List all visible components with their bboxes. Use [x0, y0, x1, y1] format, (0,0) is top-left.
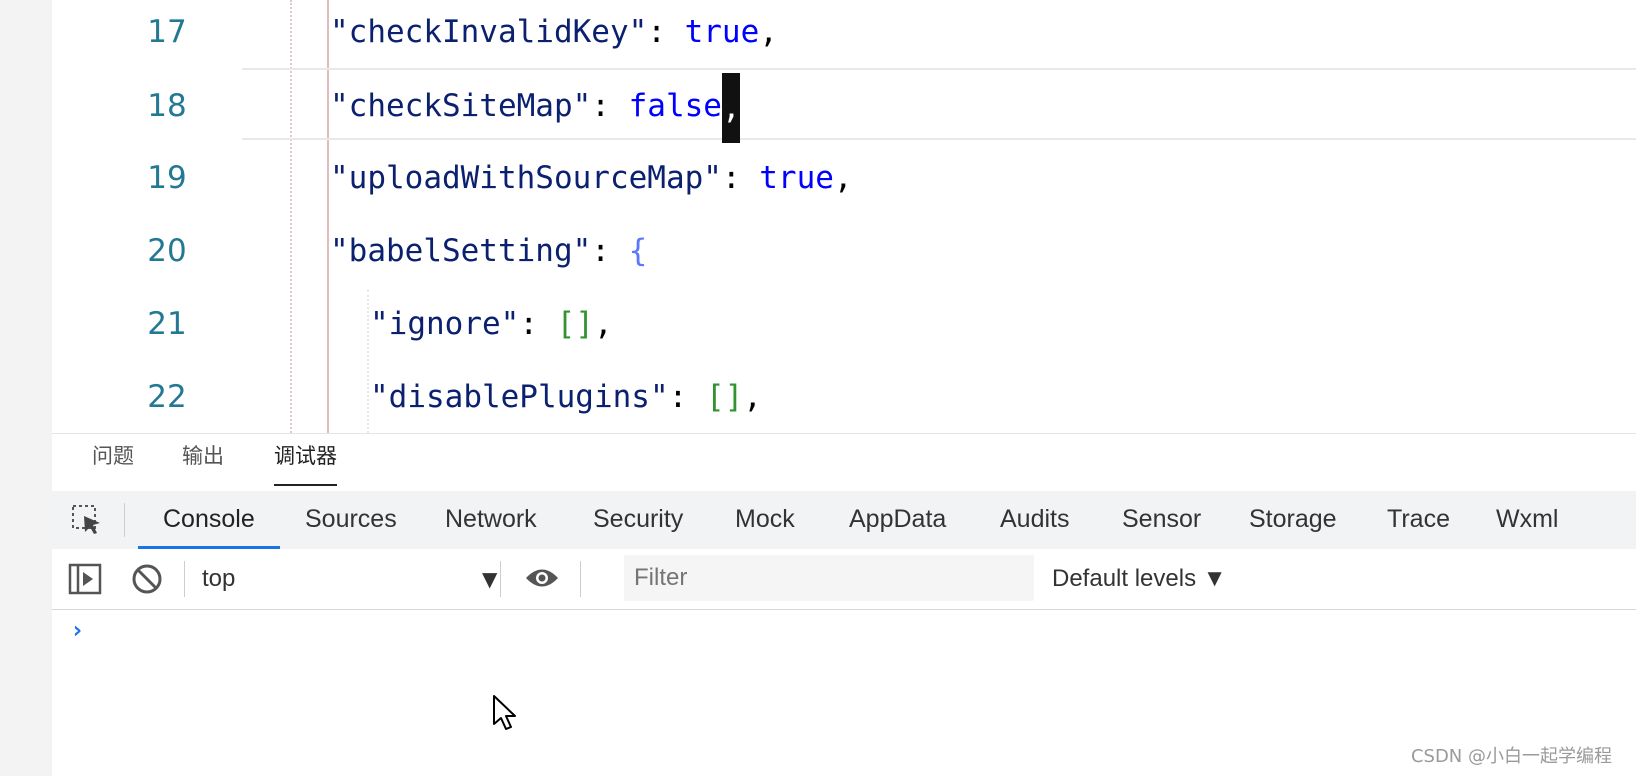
json-array: [] — [556, 306, 594, 342]
json-trailing-comma: , — [833, 160, 853, 196]
tab-mock[interactable]: Mock — [735, 491, 795, 549]
line-number: 18 — [147, 88, 187, 124]
code-line-current[interactable]: 18 "checkSiteMap": false, — [52, 68, 1636, 144]
log-levels-dropdown[interactable]: Default levels ▼ — [1052, 557, 1227, 601]
tab-trace[interactable]: Trace — [1387, 491, 1450, 549]
json-value: false — [628, 88, 722, 124]
json-key: "disablePlugins" — [370, 379, 669, 415]
code-content: "checkInvalidKey": true, — [330, 0, 778, 70]
json-value: true — [759, 160, 834, 196]
line-number: 21 — [147, 306, 187, 342]
tab-output[interactable]: 输出 — [182, 434, 224, 492]
code-line[interactable]: 17 "checkInvalidKey": true, — [52, 0, 1636, 70]
filter-input[interactable] — [624, 555, 1034, 601]
line-number: 17 — [147, 14, 187, 50]
eye-icon[interactable] — [524, 565, 560, 591]
panel-tab-bar: 问题 输出 调试器 — [52, 433, 1636, 492]
json-trailing-comma: , — [743, 379, 762, 415]
tab-wxml[interactable]: Wxml — [1496, 491, 1558, 549]
json-colon: : — [591, 88, 629, 124]
code-line[interactable]: 20 "babelSetting": { — [52, 213, 1636, 289]
console-output[interactable]: › CSDN @小白一起学编程 — [52, 610, 1636, 776]
tab-console[interactable]: Console — [138, 491, 280, 549]
json-key: "checkSiteMap" — [330, 88, 592, 124]
console-toolbar: top ▼ Default levels ▼ — [52, 549, 1636, 610]
code-line[interactable]: 21 "ignore": [], — [52, 286, 1636, 362]
toolbar-divider — [580, 561, 581, 597]
json-colon: : — [591, 233, 629, 269]
json-key: "checkInvalidKey" — [330, 14, 648, 50]
code-editor[interactable]: 17 "checkInvalidKey": true, 18 "checkSit… — [52, 0, 1636, 433]
code-content: "babelSetting": { — [330, 213, 647, 289]
code-content: "uploadWithSourceMap": true, — [330, 140, 853, 216]
devtools-tab-bar: Console Sources Network Security Mock Ap… — [52, 491, 1636, 550]
json-array: [] — [705, 379, 744, 415]
json-trailing-comma: , — [759, 14, 778, 50]
line-number: 19 — [147, 160, 187, 196]
mouse-pointer-icon — [493, 695, 516, 730]
code-content: "checkSiteMap": false, — [330, 68, 741, 144]
tab-storage[interactable]: Storage — [1249, 491, 1337, 549]
json-key: "babelSetting" — [330, 233, 592, 269]
tab-security[interactable]: Security — [593, 491, 683, 549]
json-colon: : — [519, 306, 557, 342]
json-open-brace: { — [628, 233, 648, 269]
context-selector[interactable]: top — [202, 557, 502, 601]
tab-problems[interactable]: 问题 — [92, 434, 134, 492]
tab-sensor[interactable]: Sensor — [1122, 491, 1201, 549]
left-strip — [0, 0, 52, 776]
text-cursor: , — [721, 72, 741, 143]
json-colon: : — [647, 14, 685, 50]
tab-appdata[interactable]: AppData — [849, 491, 946, 549]
line-number: 20 — [147, 233, 187, 269]
json-colon: : — [668, 379, 706, 415]
tab-network[interactable]: Network — [445, 491, 537, 549]
console-prompt: › — [70, 616, 85, 644]
code-content: "disablePlugins": [], — [370, 359, 762, 433]
json-colon: : — [721, 160, 760, 196]
toolbar-divider — [500, 561, 501, 597]
watermark: CSDN @小白一起学编程 — [1410, 746, 1612, 767]
code-content: "ignore": [], — [370, 286, 613, 362]
dropdown-caret-icon[interactable]: ▼ — [482, 557, 497, 601]
toolbar-divider — [124, 503, 125, 537]
tab-debugger[interactable]: 调试器 — [274, 434, 337, 486]
json-key: "uploadWithSourceMap" — [330, 160, 722, 196]
tab-audits[interactable]: Audits — [1000, 491, 1069, 549]
json-trailing-comma: , — [593, 306, 613, 342]
code-line[interactable]: 19 "uploadWithSourceMap": true, — [52, 140, 1636, 216]
line-number: 22 — [147, 379, 187, 415]
json-value: true — [684, 14, 760, 50]
code-line[interactable]: 22 "disablePlugins": [], — [52, 359, 1636, 433]
inspect-element-icon[interactable] — [70, 503, 104, 537]
toolbar-divider — [184, 561, 185, 597]
clear-console-icon[interactable] — [130, 562, 164, 596]
sidebar-toggle-icon[interactable] — [68, 563, 102, 595]
json-key: "ignore" — [370, 306, 520, 342]
tab-sources[interactable]: Sources — [305, 491, 397, 549]
